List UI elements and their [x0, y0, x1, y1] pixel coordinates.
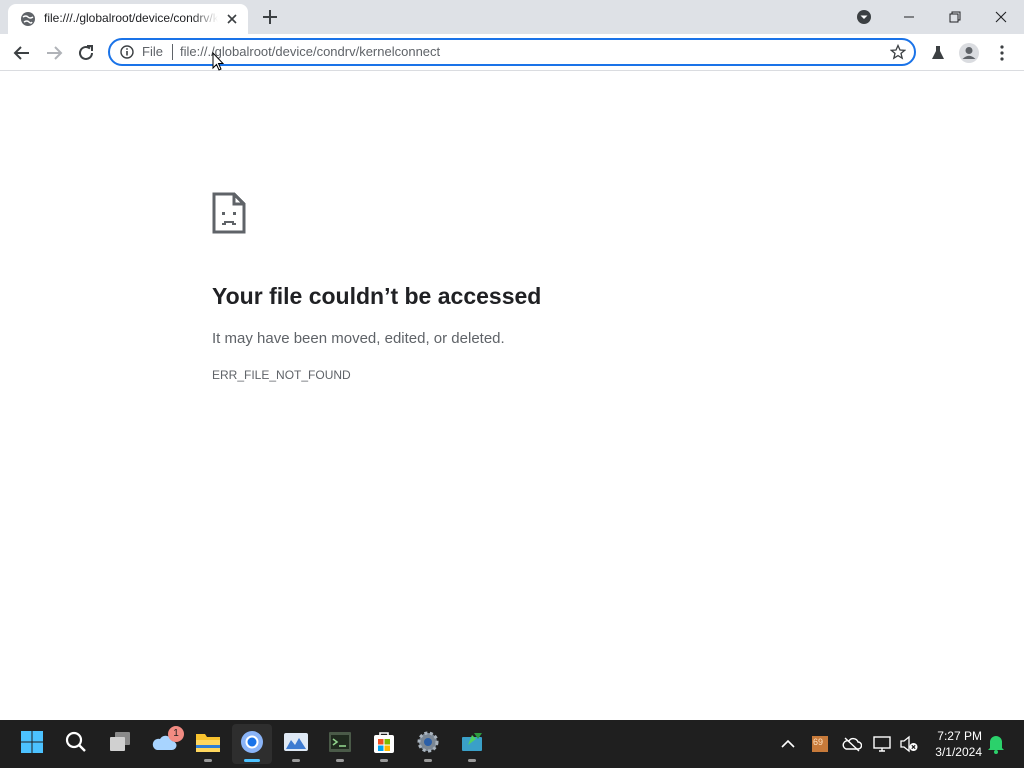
running-indicator	[380, 759, 388, 762]
onedrive-offline-icon[interactable]	[842, 734, 862, 754]
photos-button[interactable]	[276, 724, 316, 764]
site-info-icon[interactable]	[120, 45, 134, 59]
app-icon	[460, 731, 484, 758]
close-tab-icon[interactable]	[224, 11, 240, 27]
search-icon	[64, 730, 88, 759]
file-explorer-button[interactable]	[188, 724, 228, 764]
globe-icon	[20, 11, 36, 27]
new-tab-icon[interactable]	[260, 7, 280, 27]
taskbar: 1	[0, 720, 1024, 768]
back-icon[interactable]	[10, 41, 34, 65]
sad-document-icon	[212, 192, 246, 234]
search-button[interactable]	[56, 724, 96, 764]
running-indicator	[468, 759, 476, 762]
chrome-button[interactable]	[232, 724, 272, 764]
address-bar[interactable]: File file://./globalroot/device/condrv/k…	[108, 38, 916, 66]
omnibox-divider	[172, 44, 173, 60]
restore-icon[interactable]	[932, 4, 978, 30]
settings-button[interactable]	[408, 724, 448, 764]
bookmark-star-icon[interactable]	[889, 43, 907, 60]
tab-title: file:///./globalroot/device/condrv/kerne…	[44, 11, 218, 25]
onedrive-button[interactable]: 1	[144, 724, 184, 764]
running-indicator	[204, 759, 212, 762]
chrome-icon	[240, 730, 264, 759]
forward-icon[interactable]	[42, 41, 66, 65]
clock-date: 3/1/2024	[935, 745, 982, 759]
file-explorer-icon	[195, 731, 221, 758]
store-button[interactable]	[364, 724, 404, 764]
clock[interactable]: 7:27 PM 3/1/2024	[920, 728, 982, 760]
clock-time: 7:27 PM	[937, 729, 982, 743]
browser-tab[interactable]: file:///./globalroot/device/condrv/kerne…	[8, 4, 248, 34]
reload-icon[interactable]	[74, 41, 98, 65]
tab-strip: file:///./globalroot/device/condrv/kerne…	[0, 0, 1024, 34]
menu-kebab-icon[interactable]	[990, 41, 1014, 65]
error-code[interactable]: ERR_FILE_NOT_FOUND	[212, 368, 351, 382]
running-indicator	[424, 759, 432, 762]
tab-search-icon[interactable]	[855, 8, 873, 26]
notification-badge: 1	[168, 726, 184, 742]
profile-avatar-icon[interactable]	[957, 41, 981, 65]
browser-toolbar: File file://./globalroot/device/condrv/k…	[0, 34, 1024, 71]
app-button[interactable]	[452, 724, 492, 764]
photos-icon	[283, 732, 309, 757]
close-window-icon[interactable]	[978, 4, 1024, 30]
url-text[interactable]: file://./globalroot/device/condrv/kernel…	[180, 44, 440, 59]
minimize-icon[interactable]	[886, 4, 932, 30]
start-icon	[20, 730, 44, 759]
terminal-button[interactable]	[320, 724, 360, 764]
chevron-up-icon[interactable]	[778, 734, 798, 754]
running-indicator	[292, 759, 300, 762]
tray-app-badge: 69	[813, 737, 824, 747]
store-icon	[372, 730, 396, 759]
tray-app-icon[interactable]: 69	[810, 734, 830, 754]
labs-flask-icon[interactable]	[926, 41, 950, 65]
error-description: It may have been moved, edited, or delet…	[212, 330, 505, 347]
network-icon[interactable]	[873, 734, 893, 754]
terminal-icon	[328, 731, 352, 758]
task-view-button[interactable]	[100, 724, 140, 764]
scheme-chip: File	[142, 44, 163, 59]
active-indicator	[244, 759, 260, 762]
settings-icon	[416, 730, 440, 759]
running-indicator	[336, 759, 344, 762]
start-button[interactable]	[12, 724, 52, 764]
notification-bell-icon[interactable]	[986, 734, 1006, 754]
task-view-icon	[108, 730, 132, 759]
volume-muted-icon[interactable]	[899, 734, 919, 754]
error-title: Your file couldn’t be accessed	[212, 283, 542, 309]
